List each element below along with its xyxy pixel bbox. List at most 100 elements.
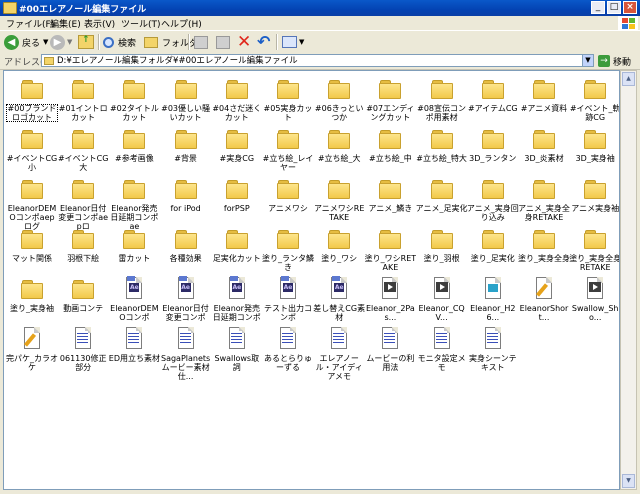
file-item[interactable]: EleanorShort... (518, 276, 570, 322)
folder-item[interactable]: #イベントCG小 (6, 126, 58, 172)
vertical-scrollbar[interactable]: ▲ ▼ (620, 70, 637, 490)
folder-item[interactable]: #03優しい騒いカット (160, 76, 212, 122)
back-arrow-icon: ◀ (4, 34, 19, 50)
folder-item[interactable]: 3D_炎素材 (518, 126, 570, 163)
folder-item[interactable]: アニメ実身袖 (569, 176, 619, 213)
folder-item[interactable]: #参考画像 (108, 126, 160, 163)
views-button[interactable]: ▼ (282, 33, 304, 51)
go-button[interactable]: → 移動 (598, 54, 631, 68)
folder-item[interactable]: #05実身カット (262, 76, 314, 122)
folder-item[interactable]: 各種効果 (160, 226, 212, 263)
file-item[interactable]: Ae テスト出力コンポ (262, 276, 314, 322)
folder-item[interactable]: 塗り_ランタ鱗き (262, 226, 314, 272)
menu-tools[interactable]: ツール(T) (121, 17, 161, 30)
forward-button[interactable]: ▶ ▼ (50, 33, 72, 51)
folder-item[interactable]: アニメ_足実化 (416, 176, 468, 213)
file-list-pane[interactable]: #00ブランドロゴカット #01イントロカット #02タイトルカット #03優しい騒い… (3, 70, 620, 490)
maximize-button[interactable]: □ (607, 1, 621, 14)
undo-button[interactable]: ↶ (257, 33, 270, 51)
file-item[interactable]: ムービーの利用法 (364, 326, 416, 372)
move-to-button[interactable] (194, 33, 208, 51)
item-label: #イベントCG小 (6, 154, 58, 172)
back-button[interactable]: ◀ 戻る ▼ (4, 33, 48, 51)
menu-help[interactable]: ヘルプ(H) (161, 17, 202, 30)
folder-item[interactable]: 足実化カット (211, 226, 263, 263)
folder-item[interactable]: マット関係 (6, 226, 58, 263)
menu-view[interactable]: 表示(V) (84, 17, 115, 30)
folder-item[interactable]: 3D_ランタン (467, 126, 519, 163)
file-item[interactable]: Eleanor_H26... (467, 276, 519, 322)
folder-item[interactable]: 羽根下絵 (57, 226, 109, 263)
folder-item[interactable]: #08宣伝コンポ用素材 (416, 76, 468, 122)
folder-icon (326, 76, 352, 102)
folder-item[interactable]: アニメ_実身全身RETAKE (518, 176, 570, 222)
menu-edit[interactable]: 編集(E) (50, 17, 81, 30)
folder-item[interactable]: 塗り_足実化 (467, 226, 519, 263)
folder-item[interactable]: 動画コンテ (57, 276, 109, 313)
file-item[interactable]: Swallows取詞 (211, 326, 263, 372)
folder-item[interactable]: #アニメ資料 (518, 76, 570, 113)
folder-item[interactable]: EleanorDEMOコンポaepログ (6, 176, 58, 231)
file-item[interactable]: ED用立ち素材 (108, 326, 160, 363)
menu-file[interactable]: ファイル(F) (6, 17, 54, 30)
file-item[interactable]: 061130修正部分 (57, 326, 109, 372)
address-field[interactable]: D:¥エレアノール編集フォルダ¥#00エレアノール編集ファイル (41, 54, 594, 67)
text-document-icon (70, 326, 96, 352)
folder-item[interactable]: #アイテムCG (467, 76, 519, 113)
file-item[interactable]: 実身シーンテキスト (467, 326, 519, 372)
file-item[interactable]: 完パケ_カラオケ (6, 326, 58, 372)
folder-item[interactable]: #01イントロカット (57, 76, 109, 122)
folder-item[interactable]: #立ち絵_特大 (416, 126, 468, 163)
minimize-button[interactable]: _ (591, 1, 605, 14)
file-item[interactable]: Swallow_Sho... (569, 276, 619, 322)
file-item[interactable]: あるとらりゅーずる (262, 326, 314, 372)
folder-item[interactable]: アニメワシRETAKE (313, 176, 365, 222)
folder-item[interactable]: 塗り_実身袖 (6, 276, 58, 313)
folder-item[interactable]: #立ち絵_中 (364, 126, 416, 163)
folder-item[interactable]: 3D_実身袖 (569, 126, 619, 163)
folder-item[interactable]: アニメワシ (262, 176, 314, 213)
folder-item[interactable]: 塗り_実身全身 (518, 226, 570, 263)
address-dropdown[interactable]: ▼ (582, 54, 594, 67)
scroll-up-arrow[interactable]: ▲ (622, 72, 635, 86)
delete-button[interactable]: ✕ (237, 33, 251, 51)
folder-item[interactable]: Eleanor日付変更コンポaepロ (57, 176, 109, 231)
search-button[interactable]: 検索 (103, 33, 136, 51)
folder-item[interactable]: #07エンディングカット (364, 76, 416, 122)
file-item[interactable]: モニタ設定メモ (416, 326, 468, 372)
close-button[interactable]: × (623, 1, 637, 14)
folder-item[interactable]: Eleanor発売日延期コンポae (108, 176, 160, 231)
folder-item[interactable]: forPSP (211, 176, 263, 213)
folder-item[interactable]: 雷カット (108, 226, 160, 263)
file-item[interactable]: Eleanor_CQV... (416, 276, 468, 322)
folder-item[interactable]: #イベント_軌跡CG (569, 76, 619, 122)
folder-item[interactable]: #04さだ迷くカット (211, 76, 263, 122)
folder-item[interactable]: #立ち絵_大 (313, 126, 365, 163)
folder-item[interactable]: #実身CG (211, 126, 263, 163)
folder-item[interactable]: 塗り_ワシ (313, 226, 365, 263)
title-bar[interactable]: #00エレアノール編集ファイル _ □ × (0, 0, 640, 16)
file-item[interactable]: Ae EleanorDEMOコンポ (108, 276, 160, 322)
folder-item[interactable]: #00ブランドロゴカット (6, 76, 58, 122)
file-item[interactable]: Eleanor_2Pas... (364, 276, 416, 322)
folder-item[interactable]: #02タイトルカット (108, 76, 160, 122)
folder-item[interactable]: 塗り_実身全身RETAKE (569, 226, 619, 272)
folder-item[interactable]: #06きっといつか (313, 76, 365, 122)
up-folder-button[interactable]: ↑ (78, 33, 94, 51)
folder-item[interactable]: #立ち絵_レイヤー (262, 126, 314, 172)
file-item[interactable]: Ae 差し替えCG素材 (313, 276, 365, 322)
folder-item[interactable]: アニメ_実身回り込み (467, 176, 519, 222)
file-item[interactable]: SagaPlanetsムービー素材仕... (160, 326, 212, 381)
file-item[interactable]: Ae Eleanor日付変更コンポ (160, 276, 212, 322)
scroll-down-arrow[interactable]: ▼ (622, 474, 635, 488)
folder-item[interactable]: for iPod (160, 176, 212, 213)
folder-item[interactable]: #イベントCG大 (57, 126, 109, 172)
file-item[interactable]: エレアノール・アイディアメモ (313, 326, 365, 381)
folder-item[interactable]: 塗り_羽根 (416, 226, 468, 263)
item-label: 実身シーンテキスト (468, 354, 517, 372)
file-item[interactable]: Ae Eleanor発売日延期コンポ (211, 276, 263, 322)
folder-item[interactable]: アニメ_鱗き (364, 176, 416, 213)
folder-item[interactable]: 塗り_ワシRETAKE (364, 226, 416, 272)
folder-item[interactable]: #背景 (160, 126, 212, 163)
copy-to-button[interactable] (216, 33, 230, 51)
